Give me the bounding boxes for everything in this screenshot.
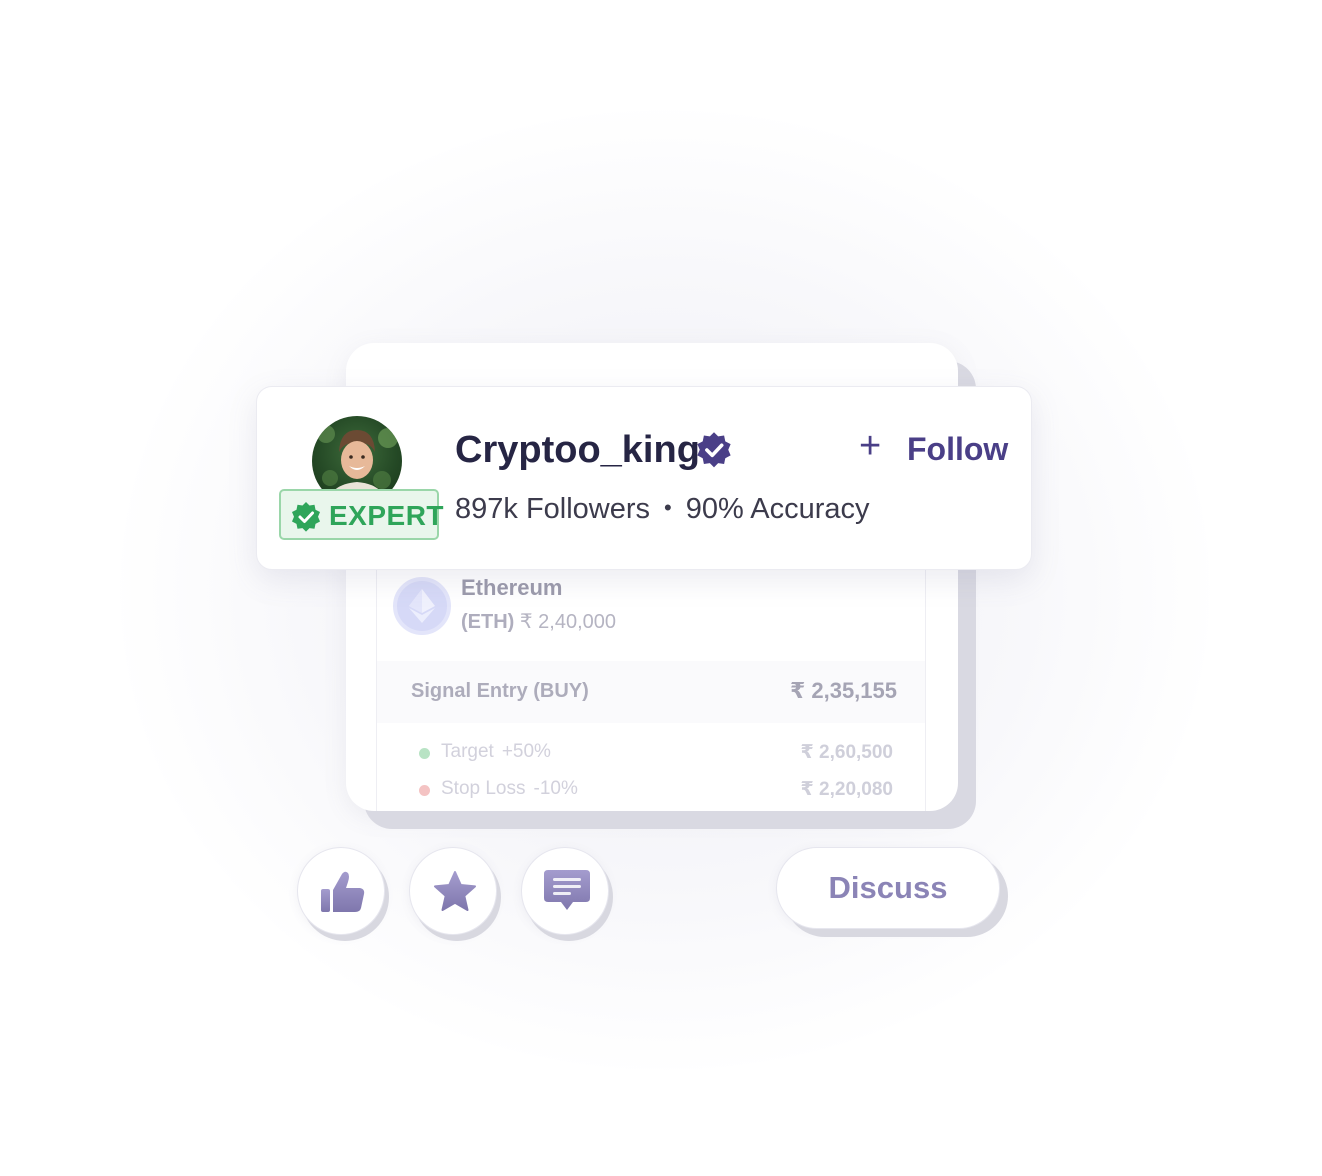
ethereum-logo-icon	[409, 589, 435, 623]
coin-symbol: (ETH)	[461, 611, 515, 633]
signal-body: Ethereum (ETH) ₹ 2,40,000 Signal Entry (…	[376, 543, 926, 811]
follow-label: Follow	[907, 431, 1009, 467]
followers-count: 897k Followers	[455, 493, 651, 525]
comment-button[interactable]	[521, 847, 609, 935]
stop-loss-percent: -10%	[533, 778, 578, 799]
coin-price: ₹ 2,40,000	[519, 611, 617, 633]
stop-loss-label: Stop Loss	[441, 778, 526, 799]
favorite-button[interactable]	[409, 847, 497, 935]
signal-entry-value: ₹ 2,35,155	[789, 678, 897, 703]
stop-loss-dot-icon	[419, 785, 430, 796]
stop-loss-label-group: Stop Loss -10%	[441, 778, 578, 800]
target-label: Target	[441, 741, 494, 762]
expert-label: EXPERT	[329, 500, 445, 531]
profile-card: EXPERT Cryptoo_king + Follow 897k Follow…	[256, 386, 1032, 570]
target-dot-icon	[419, 748, 430, 759]
ethereum-coin-icon	[393, 577, 451, 635]
accuracy-stat: 90% Accuracy	[685, 493, 870, 525]
like-button[interactable]	[297, 847, 385, 935]
signal-entry-row: Signal Entry (BUY) ₹ 2,35,155	[377, 661, 925, 723]
discuss-button[interactable]: Discuss	[776, 847, 1000, 929]
username[interactable]: Cryptoo_king	[455, 429, 700, 472]
coin-name: Ethereum	[461, 575, 563, 600]
verified-badge-icon	[697, 432, 731, 468]
follow-button[interactable]: + Follow	[859, 425, 1009, 473]
coin-symbol-price: (ETH) ₹ 2,40,000	[461, 609, 616, 634]
stop-loss-value: ₹ 2,20,080	[800, 779, 893, 800]
comment-icon	[544, 870, 590, 910]
signal-entry-label: Signal Entry (BUY)	[411, 680, 589, 702]
stats-separator: •	[664, 495, 672, 520]
target-label-group: Target +50%	[441, 741, 551, 763]
profile-stats: 897k Followers • 90% Accuracy	[455, 493, 870, 526]
plus-icon: +	[859, 425, 882, 467]
star-icon	[434, 871, 476, 911]
target-value: ₹ 2,60,500	[800, 742, 893, 763]
target-row: Target +50% ₹ 2,60,500	[377, 737, 925, 767]
stop-loss-row: Stop Loss -10% ₹ 2,20,080	[377, 774, 925, 804]
thumbs-up-icon	[321, 871, 365, 912]
target-percent: +50%	[501, 741, 551, 762]
verified-check-icon	[292, 502, 320, 532]
expert-badge: EXPERT	[279, 489, 444, 540]
